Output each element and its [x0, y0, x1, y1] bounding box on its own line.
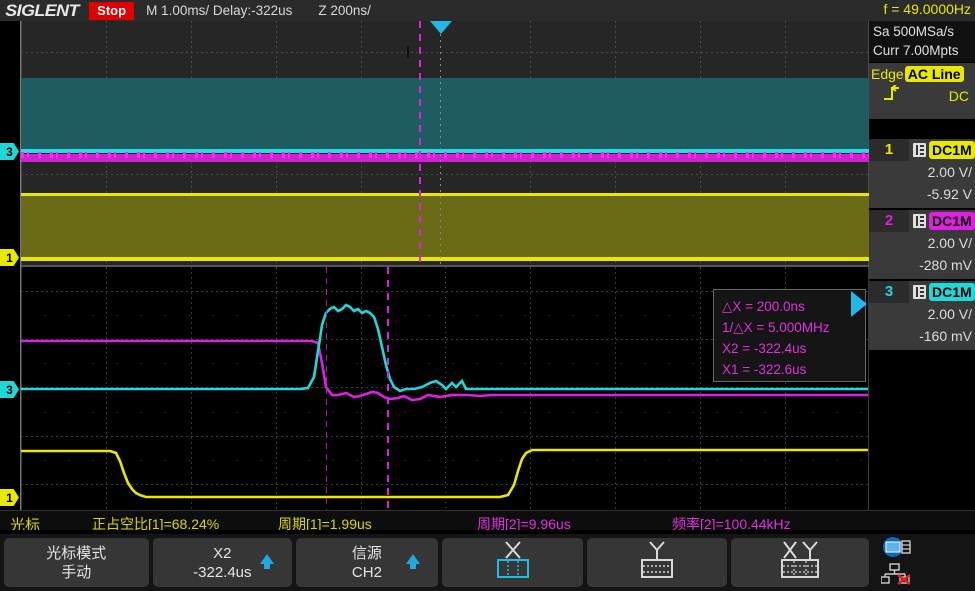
channel-number-1[interactable]: 1: [869, 139, 909, 161]
grid-line: [21, 52, 869, 53]
up-down-arrow-icon: [260, 554, 274, 564]
cursor-x2-value: X2 = -322.4us: [722, 338, 865, 359]
channel-scale-2: 2.00 V/: [869, 232, 975, 254]
cursor-inverse-delta-x: 1/△X = 5.000MHz: [722, 317, 865, 338]
network-disconnected-icon[interactable]: [881, 563, 915, 590]
waveform-ch1-trace: [21, 450, 868, 497]
channel-offset-1: -5.92 V: [869, 183, 975, 205]
cursor-x1[interactable]: [326, 267, 327, 510]
xy-cursor-icon: [772, 540, 828, 585]
trigger-coupling-label: DC: [949, 88, 969, 104]
cursor-type-x-button[interactable]: [442, 538, 584, 587]
cursor-delta-x: △X = 200.0ns: [722, 296, 865, 317]
timebase-readout[interactable]: M 1.00ms/ Delay:-322us: [146, 3, 292, 18]
cursor-x2-label: X2: [213, 544, 231, 563]
sidebar-gap: [869, 119, 975, 137]
cursor-source-button[interactable]: 信源 CH2: [296, 538, 438, 587]
channel-number-2[interactable]: 2: [869, 210, 909, 232]
brand-logo: SIGLENT: [0, 1, 79, 21]
cursor-x1-value: X1 = -322.6us: [722, 359, 865, 380]
channel-coupling-2[interactable]: DC1M: [929, 212, 975, 230]
channel-coupling-1[interactable]: DC1M: [929, 141, 975, 159]
sample-rate-readout: Sa 500MSa/s: [873, 22, 975, 41]
waveform-ch1-envelope: [21, 196, 869, 259]
rising-edge-icon: [883, 85, 905, 106]
cursor-source-label: 信源: [352, 544, 382, 563]
bandwidth-icon: [913, 285, 926, 299]
channel-panel-2[interactable]: 2 DC1M 2.00 V/ -280 mV: [869, 210, 975, 279]
bandwidth-icon: [913, 143, 926, 157]
channel-offset-2: -280 mV: [869, 254, 975, 276]
system-status-icons: [871, 538, 973, 587]
waveform-ch3-envelope: [21, 78, 869, 151]
cursor-mode-value: 手动: [61, 563, 91, 582]
acquisition-info: Sa 500MSa/s Curr 7.00Mpts: [869, 21, 975, 62]
cursor-type-xy-button[interactable]: [731, 538, 869, 587]
cursor-x2-button[interactable]: X2 -322.4us: [153, 538, 293, 587]
cursor-x-main[interactable]: [419, 21, 421, 266]
grid-line: [21, 174, 869, 175]
y-cursor-icon: [634, 540, 680, 585]
delay-tick-marker: [407, 46, 409, 58]
cursor-x2[interactable]: [387, 267, 389, 510]
waveform-display[interactable]: △X = 200.0ns 1/△X = 5.000MHz X2 = -322.4…: [0, 21, 869, 510]
trigger-panel[interactable]: Edge AC Line DC: [869, 63, 975, 119]
cursor-mode-label: 光标模式: [46, 544, 106, 563]
cursor-readout-box: △X = 200.0ns 1/△X = 5.000MHz X2 = -322.4…: [713, 289, 866, 382]
cursor-source-value: CH2: [352, 563, 382, 582]
waveform-ch2-envelope: [21, 152, 869, 158]
trigger-position-line: [440, 34, 441, 266]
channel-panel-3[interactable]: 3 DC1M 2.00 V/ -160 mV: [869, 281, 975, 350]
zoom-timebase-pane[interactable]: △X = 200.0ns 1/△X = 5.000MHz X2 = -322.4…: [0, 267, 869, 510]
trigger-position-marker[interactable]: [430, 21, 452, 34]
channel-offset-3: -160 mV: [869, 325, 975, 347]
channel-scale-1: 2.00 V/: [869, 161, 975, 183]
channel-panel-1[interactable]: 1 DC1M 2.00 V/ -5.92 V: [869, 139, 975, 208]
up-down-arrow-icon: [406, 554, 420, 564]
cursor-mode-button[interactable]: 光标模式 手动: [4, 538, 149, 587]
main-timebase-pane[interactable]: [0, 21, 869, 266]
waveform-ch1-low: [21, 257, 869, 261]
screen-icon[interactable]: [881, 536, 915, 563]
top-status-bar: SIGLENT Stop M 1.00ms/ Delay:-322us Z 20…: [0, 0, 975, 21]
frequency-counter-readout: f = 49.0000Hz: [883, 1, 971, 17]
channel-coupling-3[interactable]: DC1M: [929, 283, 975, 301]
channel-scale-3: 2.00 V/: [869, 303, 975, 325]
bandwidth-icon: [913, 214, 926, 228]
right-sidebar: Sa 500MSa/s Curr 7.00Mpts Edge AC Line D…: [869, 21, 975, 510]
trigger-source-badge[interactable]: AC Line: [905, 66, 964, 82]
graph-left-border: [20, 21, 21, 510]
run-state-badge[interactable]: Stop: [89, 2, 134, 20]
channel-number-3[interactable]: 3: [869, 281, 909, 303]
zoom-timebase-readout[interactable]: Z 200ns/: [318, 3, 371, 18]
bottom-menu-bar: 光标模式 手动 X2 -322.4us 信源 CH2: [0, 534, 975, 591]
x-cursor-icon: [490, 540, 536, 585]
cursor-type-y-button[interactable]: [587, 538, 727, 587]
oscilloscope-screen: SIGLENT Stop M 1.00ms/ Delay:-322us Z 20…: [0, 0, 975, 591]
trigger-type-label: Edge: [869, 66, 904, 82]
cursor-x2-value-label: -322.4us: [193, 563, 251, 582]
memory-depth-readout: Curr 7.00Mpts: [873, 41, 975, 60]
